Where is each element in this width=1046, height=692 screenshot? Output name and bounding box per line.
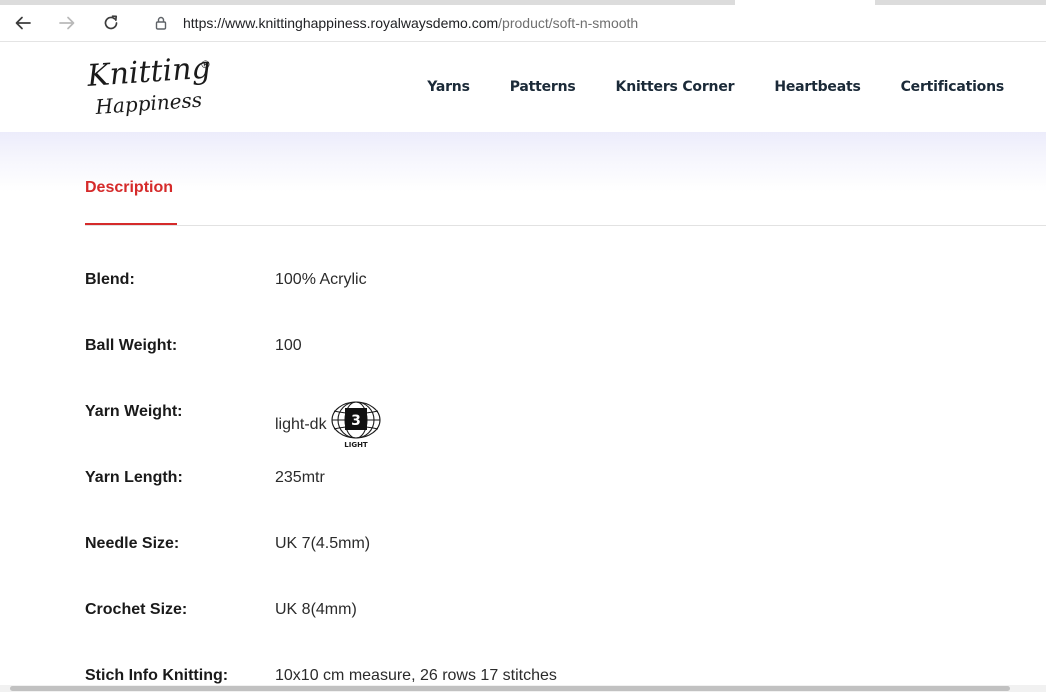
spec-label: Blend: [85,271,135,288]
browser-toolbar: https://www.knittinghappiness.royalwaysd… [0,5,1046,42]
spec-value: UK 8(4mm) [275,601,357,618]
url-path: /product/soft-n-smooth [498,15,639,31]
url-text: https://www.knittinghappiness.royalwaysd… [183,15,638,31]
yarn-weight-light-icon: 3 LIGHT [331,401,381,449]
tab-description[interactable]: Description [85,179,173,197]
reload-icon [104,15,118,30]
spec-value: light-dk [275,416,327,433]
site-header: Knitting Happiness ® Yarns Patterns Knit… [0,42,1046,132]
scrollbar-thumb[interactable] [10,686,1010,691]
nav-knitters-corner[interactable]: Knitters Corner [596,76,755,98]
horizontal-scrollbar[interactable] [0,685,1046,692]
spec-label: Needle Size: [85,535,180,552]
spec-value: 235mtr [275,469,325,486]
reload-button[interactable] [96,9,126,37]
url-host: https://www.knittinghappiness.royalwaysd… [183,15,499,31]
nav-heartbeats[interactable]: Heartbeats [754,76,880,98]
back-button[interactable] [8,9,38,37]
spec-value: UK 7(4.5mm) [275,535,371,552]
browser-window: https://www.knittinghappiness.royalwaysd… [0,0,1046,692]
spec-value: 100% Acrylic [275,271,367,288]
spec-label: Ball Weight: [85,337,178,354]
lock-icon[interactable] [153,15,169,31]
address-bar[interactable]: https://www.knittinghappiness.royalwaysd… [140,8,1046,38]
forward-button[interactable] [52,9,82,37]
yarn-weight-number: 3 [351,413,361,429]
spec-row-yarn-weight: Yarn Weight: light-dk 3 LIGHT [0,378,1046,449]
spec-label: Yarn Weight: [85,403,183,420]
spec-row-blend: Blend: 100% Acrylic [0,246,1046,312]
spec-value: 10x10 cm measure, 26 rows 17 stitches [275,667,557,684]
spec-row-crochet-size: Crochet Size: UK 8(4mm) [0,576,1046,642]
tab-divider [85,225,1046,226]
spec-label: Stich Info Knitting: [85,667,229,684]
registered-mark-icon: ® [200,58,211,71]
forward-arrow-icon [59,16,75,30]
product-tabs: Description [0,160,1046,226]
spec-label: Yarn Length: [85,469,183,486]
main-nav: Yarns Patterns Knitters Corner Heartbeat… [407,76,1046,98]
spec-value: 100 [275,337,302,354]
back-arrow-icon [15,16,31,30]
nav-certifications[interactable]: Certifications [881,76,1046,98]
nav-patterns[interactable]: Patterns [490,76,596,98]
nav-yarns[interactable]: Yarns [407,76,490,98]
spec-row-yarn-length: Yarn Length: 235mtr [0,444,1046,510]
spec-row-ball-weight: Ball Weight: 100 [0,312,1046,378]
knitting-happiness-logo[interactable]: Knitting Happiness ® [85,50,216,120]
spec-row-needle-size: Needle Size: UK 7(4.5mm) [0,510,1046,576]
spec-label: Crochet Size: [85,601,188,618]
spec-value-wrap: light-dk 3 LIGHT [275,400,382,450]
